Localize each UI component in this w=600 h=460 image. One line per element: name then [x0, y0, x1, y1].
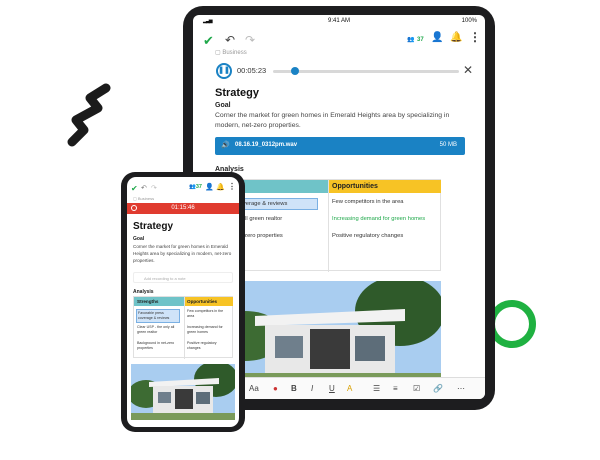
phone-screen: ✔ ↶ ↷ 👥37 👤 🔔 ⋮ ▢ Business 01:15:46 Stra…: [127, 177, 239, 427]
italic-icon[interactable]: I: [311, 384, 313, 393]
close-icon[interactable]: ✕: [463, 63, 473, 77]
swot-table[interactable]: ths Opportunities press coverage & revie…: [215, 179, 441, 272]
analysis-heading: Analysis: [133, 289, 154, 295]
opportunity-item[interactable]: Increasing demand for green homes: [332, 215, 425, 223]
breadcrumb-label: Business: [137, 196, 155, 201]
recording-placeholder[interactable]: Add recording to a note: [133, 272, 233, 283]
goal-heading: Goal: [133, 236, 145, 242]
redo-icon[interactable]: ↷: [151, 184, 157, 192]
bell-icon[interactable]: 🔔: [450, 32, 462, 43]
house-photo: [215, 281, 441, 386]
undo-icon[interactable]: ↶: [225, 33, 235, 47]
status-time: 9:41 AM: [327, 18, 350, 24]
breadcrumb[interactable]: ▢ Business: [133, 196, 154, 201]
recording-time: 01:15:46: [171, 205, 195, 211]
audio-attachment[interactable]: 🔊 08.16.19_0312pm.wav 50 MB: [215, 137, 465, 155]
player-track[interactable]: [273, 70, 459, 73]
note-title[interactable]: Strategy: [133, 221, 173, 232]
table-divider: [184, 297, 185, 359]
more-icon[interactable]: ⋮: [469, 30, 481, 44]
battery-level: 100%: [461, 18, 477, 24]
redo-icon[interactable]: ↷: [245, 33, 255, 47]
opportunity-item[interactable]: Positive regulatory changes: [187, 341, 231, 351]
opportunity-item[interactable]: Few competitors in the area: [187, 309, 231, 319]
share-button[interactable]: 👥 37: [407, 33, 424, 43]
undo-icon[interactable]: ↶: [141, 184, 147, 192]
opportunities-header: Opportunities: [328, 180, 441, 193]
opportunity-item[interactable]: Positive regulatory changes: [332, 232, 403, 240]
opportunity-item[interactable]: Few competitors in the area: [332, 198, 404, 206]
more-icon[interactable]: ⋮: [228, 182, 236, 191]
bold-icon[interactable]: B: [291, 384, 297, 393]
link-icon[interactable]: 🔗: [433, 384, 443, 393]
speaker-icon: 🔊: [221, 142, 230, 149]
house-photo: [131, 364, 235, 420]
pause-icon[interactable]: ❚❚: [216, 63, 232, 79]
breadcrumb[interactable]: ▢ Business: [215, 49, 247, 56]
underline-icon[interactable]: U: [329, 384, 335, 393]
attachment-size: 50 MB: [439, 142, 457, 148]
numbered-list-icon[interactable]: ≡: [393, 384, 398, 393]
font-size-button[interactable]: Aa: [249, 384, 259, 393]
swot-table[interactable]: Strengths Opportunities Favorable press …: [133, 296, 233, 359]
goal-text[interactable]: Corner the market for green homes in Eme…: [133, 243, 237, 264]
share-icon: 👥: [189, 184, 196, 190]
goal-heading: Goal: [215, 102, 231, 109]
person-icon[interactable]: 👤: [205, 183, 214, 191]
attachment-name: 08.16.19_0312pm.wav: [235, 142, 298, 148]
zigzag-decoration: [67, 83, 111, 147]
strengths-header: Strengths: [134, 297, 184, 306]
check-icon[interactable]: ✔: [131, 184, 138, 193]
player-thumb[interactable]: [291, 67, 300, 75]
share-icon: 👥: [407, 37, 415, 43]
status-bar: ▂▃▅ 9:41 AM 100%: [193, 15, 485, 29]
breadcrumb-label: Business: [222, 50, 247, 56]
checklist-icon[interactable]: ☑: [413, 384, 420, 393]
player-elapsed: 00:05:23: [237, 66, 267, 75]
bell-icon[interactable]: 🔔: [216, 183, 225, 191]
highlight-icon[interactable]: A: [347, 384, 352, 393]
strength-item[interactable]: Clear USP - the only all green realtor: [137, 325, 181, 335]
table-divider: [328, 180, 329, 272]
share-button[interactable]: 👥37: [189, 184, 202, 190]
opportunity-item[interactable]: Increasing demand for green homes: [187, 325, 231, 335]
opportunities-header: Opportunities: [184, 297, 233, 306]
share-count: 37: [417, 37, 424, 43]
person-icon[interactable]: 👤: [431, 32, 443, 43]
share-count: 37: [195, 184, 202, 190]
recording-bar[interactable]: 01:15:46: [127, 203, 239, 214]
green-ring-decoration: [488, 300, 536, 348]
check-icon[interactable]: ✔: [203, 33, 214, 49]
strength-item[interactable]: Background in net-zero properties: [137, 341, 181, 351]
list-icon[interactable]: ☰: [373, 384, 380, 393]
color-icon[interactable]: ●: [273, 384, 278, 393]
goal-text[interactable]: Corner the market for green homes in Eme…: [215, 111, 455, 131]
note-title[interactable]: Strategy: [215, 87, 259, 99]
more-format-icon[interactable]: ⋯: [457, 384, 465, 393]
strength-item[interactable]: Favorable press coverage & reviews: [136, 309, 180, 323]
